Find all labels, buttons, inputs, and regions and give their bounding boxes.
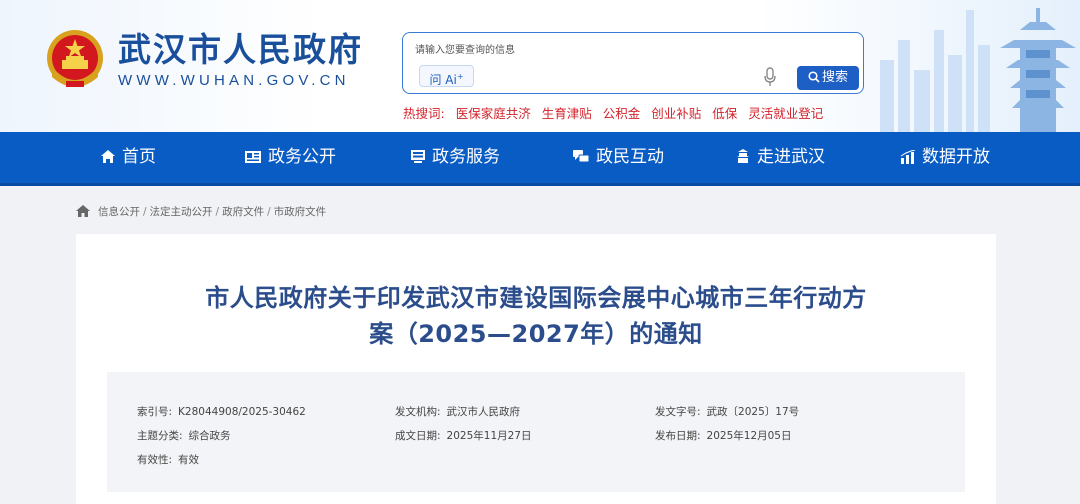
hot-search-item[interactable]: 创业补贴 <box>651 106 701 121</box>
search-box[interactable]: 请输入您要查询的信息 问 Ai+ 搜索 <box>402 32 864 94</box>
hot-search-label: 热搜词: <box>403 106 445 121</box>
ai-ask-button[interactable]: 问 Ai+ <box>419 65 474 87</box>
meta-key: 主题分类: <box>137 430 183 442</box>
nav-item-about-wuhan[interactable]: 走进武汉 <box>735 132 825 183</box>
meta-value: 武政〔2025〕17号 <box>706 406 800 418</box>
meta-value: 2025年12月05日 <box>706 430 792 442</box>
main-nav: 首页 政务公开 政务服务 政民互动 走进武汉 数据开放 <box>0 132 1080 186</box>
site-name[interactable]: 武汉市人民政府 <box>118 30 363 70</box>
meta-doc-number: 发文字号: 武政〔2025〕17号 <box>655 404 799 419</box>
hot-search-item[interactable]: 生育津贴 <box>542 106 592 121</box>
nav-item-gov-services[interactable]: 政务服务 <box>410 132 500 183</box>
chart-icon <box>900 150 916 164</box>
nav-item-label: 首页 <box>122 147 156 167</box>
meta-key: 有效性: <box>137 454 173 466</box>
nav-item-home[interactable]: 首页 <box>100 132 156 183</box>
national-emblem-icon <box>47 30 103 87</box>
search-button[interactable]: 搜索 <box>797 66 859 90</box>
breadcrumb-separator: / <box>267 206 271 218</box>
meta-value: 武汉市人民政府 <box>446 406 521 418</box>
breadcrumb-item[interactable]: 市政府文件 <box>274 206 327 218</box>
page-title-line: 案（2025—2027年）的通知 <box>369 320 703 348</box>
ai-ask-label: 问 Ai <box>429 73 457 87</box>
meta-value: 2025年11月27日 <box>446 430 532 442</box>
meta-created-date: 成文日期: 2025年11月27日 <box>395 428 532 443</box>
interaction-icon <box>573 150 590 163</box>
hot-search-item[interactable]: 医保家庭共济 <box>456 106 531 121</box>
hot-search-row: 热搜词: 医保家庭共济 生育津贴 公积金 创业补贴 低保 灵活就业登记 <box>403 103 823 122</box>
document-card: 市人民政府关于印发武汉市建设国际会展中心城市三年行动方 案（2025—2027年… <box>76 234 996 504</box>
page-title: 市人民政府关于印发武汉市建设国际会展中心城市三年行动方 案（2025—2027年… <box>136 280 936 352</box>
nav-item-open-data[interactable]: 数据开放 <box>900 132 990 183</box>
nav-item-label: 政民互动 <box>596 147 664 167</box>
hot-search-item[interactable]: 公积金 <box>603 106 641 121</box>
nav-item-interaction[interactable]: 政民互动 <box>572 132 664 183</box>
meta-published-date: 发布日期: 2025年12月05日 <box>655 428 792 443</box>
home-icon[interactable] <box>76 205 90 217</box>
document-metadata: 索引号: K28044908/2025-30462 发文机构: 武汉市人民政府 发文… <box>107 372 965 492</box>
search-icon <box>808 71 820 83</box>
home-icon <box>101 150 115 163</box>
meta-index: 索引号: K28044908/2025-30462 <box>137 404 306 419</box>
site-header: 武汉市人民政府 WWW.WUHAN.GOV.CN 请输入您要查询的信息 问 Ai… <box>0 0 1080 132</box>
meta-issuer: 发文机构: 武汉市人民政府 <box>395 404 520 419</box>
newspaper-icon <box>245 151 261 163</box>
breadcrumb-item[interactable]: 政府文件 <box>222 206 264 218</box>
search-input[interactable]: 请输入您要查询的信息 <box>415 41 515 56</box>
meta-key: 发文字号: <box>655 406 701 418</box>
hot-search-item[interactable]: 灵活就业登记 <box>748 106 823 121</box>
meta-topic: 主题分类: 综合政务 <box>137 428 231 443</box>
meta-validity: 有效性: 有效 <box>137 452 199 467</box>
breadcrumb-item[interactable]: 法定主动公开 <box>150 206 213 218</box>
ai-ask-sup: + <box>456 72 464 81</box>
service-icon <box>411 150 425 163</box>
site-url[interactable]: WWW.WUHAN.GOV.CN <box>118 72 350 89</box>
meta-key: 索引号: <box>137 406 173 418</box>
breadcrumb-separator: / <box>143 206 147 218</box>
nav-item-gov-affairs[interactable]: 政务公开 <box>244 132 336 183</box>
nav-item-label: 政务公开 <box>268 147 336 167</box>
meta-value: 有效 <box>178 454 200 466</box>
breadcrumb-item[interactable]: 信息公开 <box>98 206 140 218</box>
nav-item-label: 走进武汉 <box>757 147 825 167</box>
breadcrumb-separator: / <box>215 206 220 218</box>
search-button-label: 搜索 <box>821 70 848 85</box>
yellow-crane-tower-illustration <box>880 8 1076 132</box>
nav-item-label: 数据开放 <box>922 147 990 167</box>
building-icon <box>737 149 749 163</box>
meta-value: K28044908/2025-30462 <box>178 406 306 418</box>
meta-key: 发文机构: <box>395 406 441 418</box>
meta-key: 发布日期: <box>655 430 701 442</box>
breadcrumb: 信息公开 / 法定主动公开 / 政府文件 / 市政府文件 <box>76 204 326 219</box>
hot-search-item[interactable]: 低保 <box>712 106 737 121</box>
meta-value: 综合政务 <box>188 430 231 442</box>
microphone-icon[interactable] <box>763 67 777 87</box>
nav-item-label: 政务服务 <box>432 147 500 167</box>
page-title-line: 市人民政府关于印发武汉市建设国际会展中心城市三年行动方 <box>205 284 867 312</box>
meta-key: 成文日期: <box>395 430 441 442</box>
